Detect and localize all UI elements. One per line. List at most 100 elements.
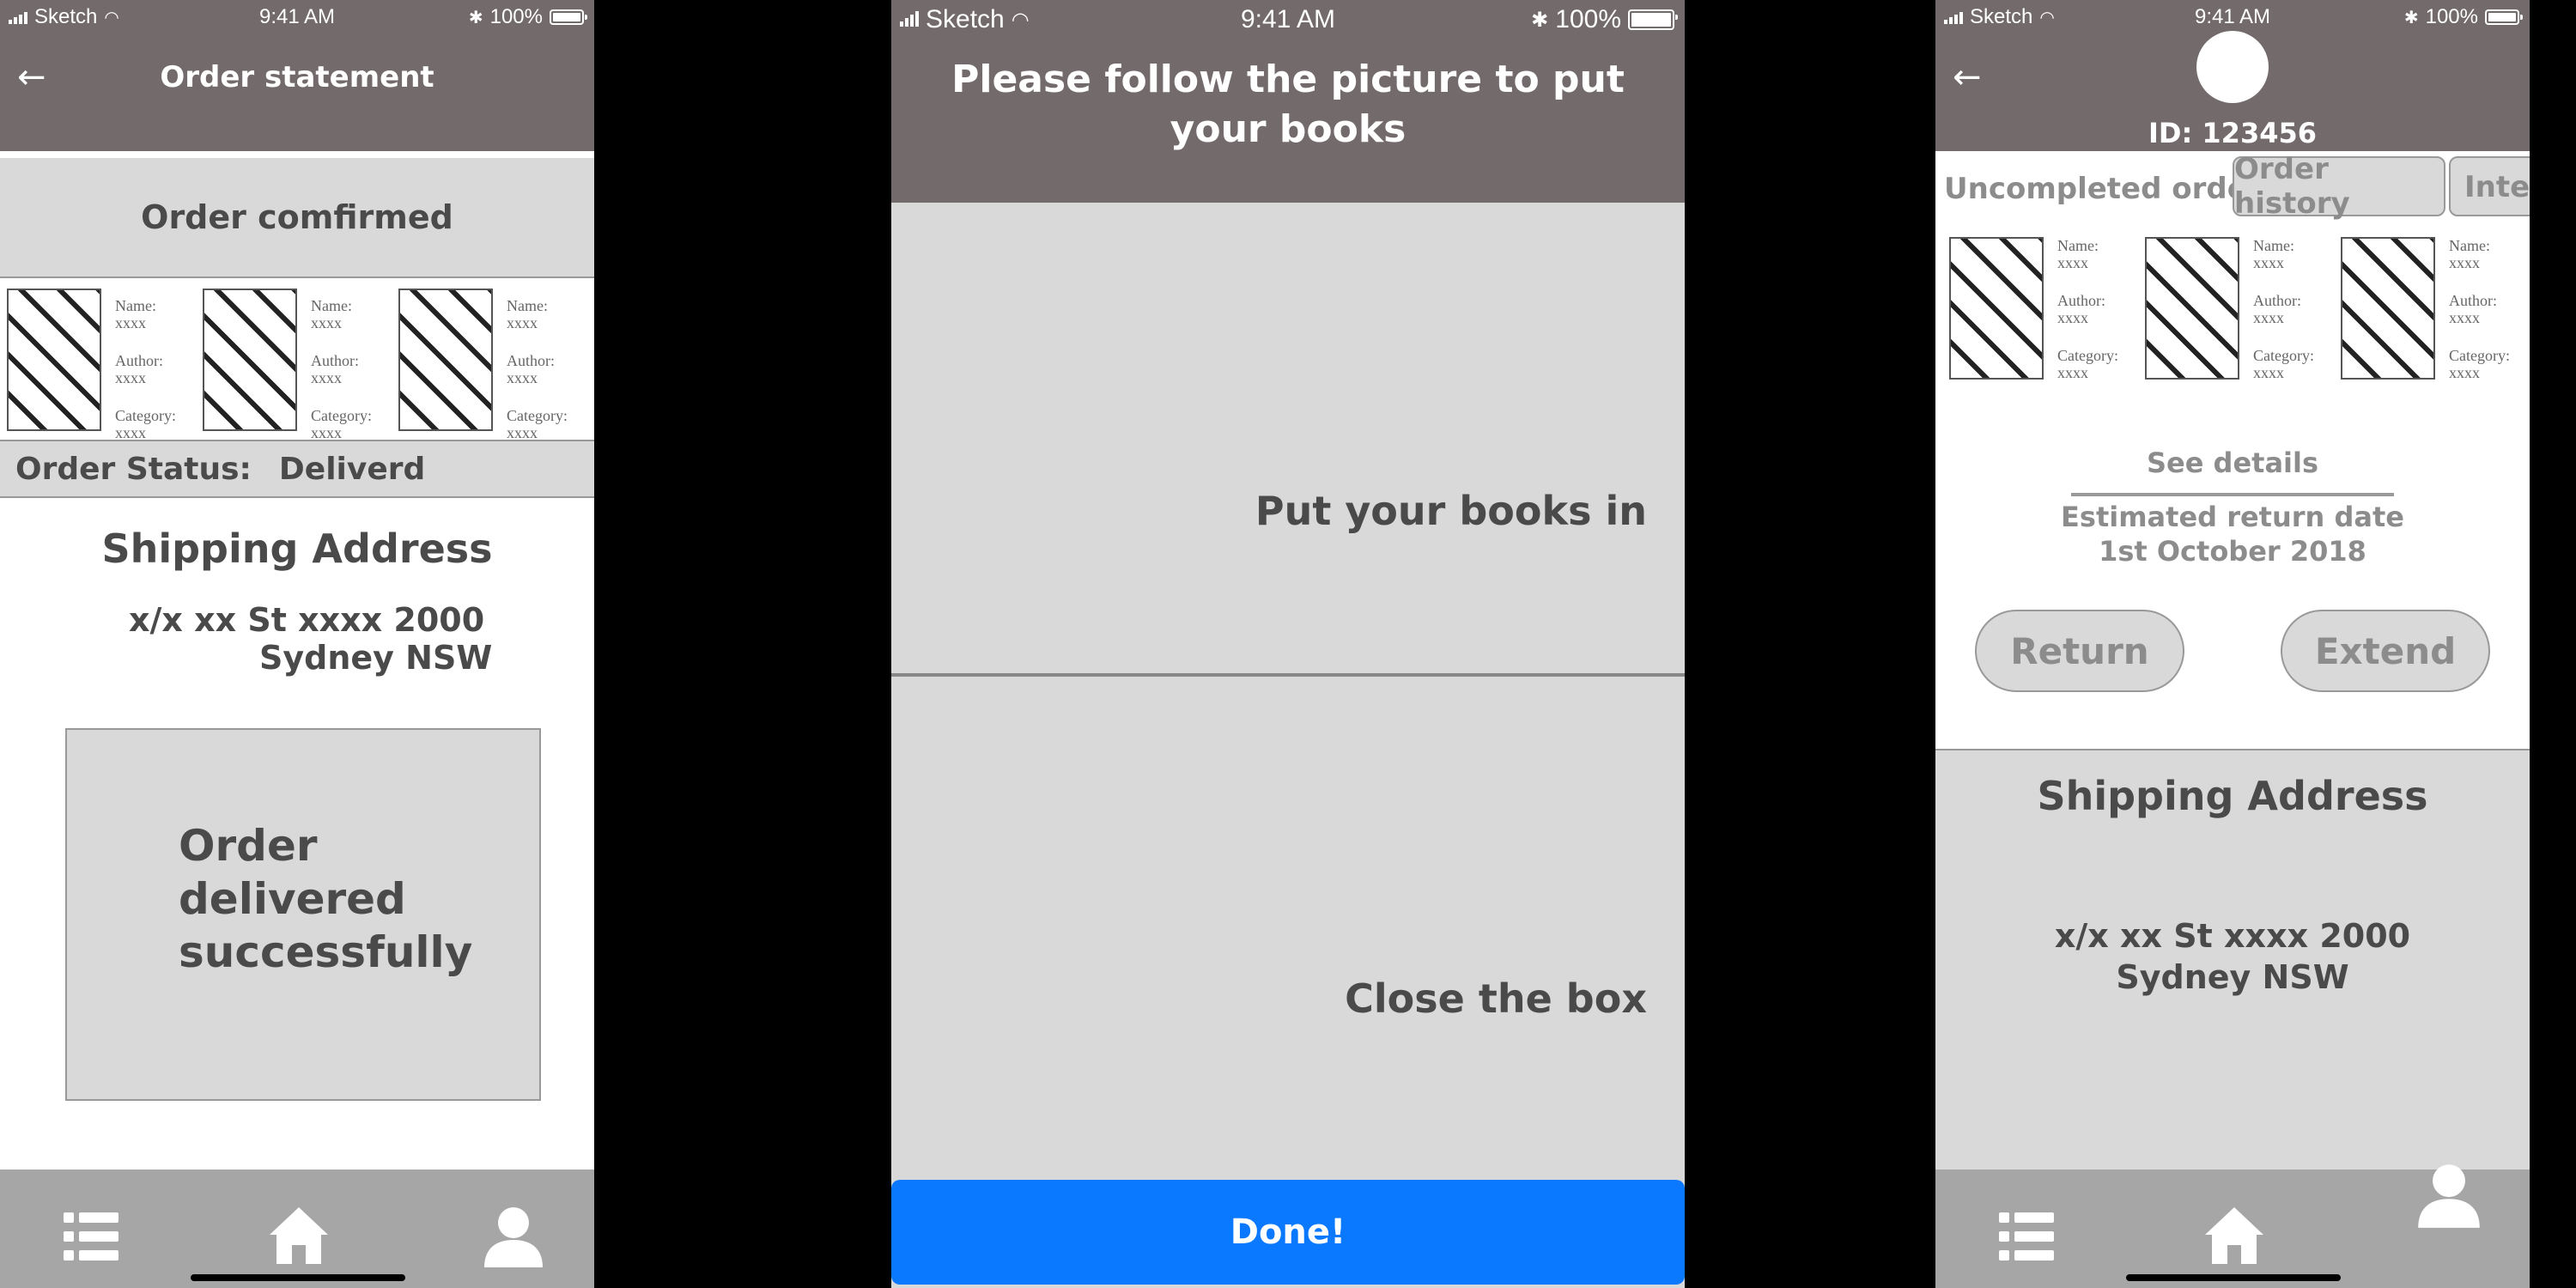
home-icon[interactable] <box>2202 1204 2267 1269</box>
address-line2: Sydney NSW <box>2116 958 2349 996</box>
shipping-title: Shipping Address <box>101 526 493 572</box>
book-category: xxxx <box>507 424 538 441</box>
page-title: Order statement <box>160 60 434 94</box>
status-bar: Sketch ◠ 9:41 AM ✱ 100% <box>1935 0 2530 34</box>
tab-bar <box>1935 1164 2530 1288</box>
order-statement-screen: Sketch ◠ 9:41 AM ✱ 100% ← Order statemen… <box>0 0 594 1288</box>
order-status-value: Deliverd <box>278 451 426 487</box>
book-author-label: Author: <box>115 352 163 369</box>
book-name: Name: xxxx <box>2057 237 2099 271</box>
battery-icon <box>2485 9 2523 25</box>
book-author: xxxx <box>2449 309 2480 326</box>
avatar[interactable] <box>2196 31 2269 103</box>
header: Sketch ◠ 9:41 AM ✱ 100% ← ID: 123456 <box>1935 0 2530 151</box>
book-cover-image <box>7 289 101 431</box>
book-author-label: Author: <box>2253 292 2301 309</box>
profile-orders-screen: Sketch ◠ 9:41 AM ✱ 100% ← ID: 123456 Unc… <box>1935 0 2530 1288</box>
book-name: Name: xxxx <box>507 297 548 331</box>
delivered-line2: delivered <box>179 874 406 924</box>
battery-icon <box>550 9 587 25</box>
book-cover-image <box>203 289 297 431</box>
address-line1: x/x xx St xxxx 2000 <box>2054 917 2411 955</box>
step-put-books-label: Put your books in <box>1255 488 1647 534</box>
book-category-label: Category: <box>2253 347 2314 364</box>
home-indicator <box>2126 1274 2341 1281</box>
book-category: xxxx <box>115 424 146 441</box>
book-author: xxxx <box>311 369 342 386</box>
battery-percent: 100% <box>2425 5 2478 28</box>
profile-icon[interactable] <box>2415 1161 2483 1233</box>
book-category: xxxx <box>2449 364 2480 381</box>
header: Sketch ◠ 9:41 AM ✱ 100% ← Order statemen… <box>0 0 594 151</box>
book-author-label: Author: <box>311 352 359 369</box>
battery-percent: 100% <box>1555 5 1621 33</box>
book-name: Name: xxxx <box>2253 237 2294 271</box>
book-author-label: Author: <box>2057 292 2105 309</box>
home-icon[interactable] <box>266 1204 331 1269</box>
estimated-return-label: Estimated return date <box>2061 501 2404 533</box>
delivered-line3: successfully <box>179 927 473 977</box>
book-category-label: Category: <box>507 407 568 424</box>
done-button[interactable]: Done! <box>891 1180 1685 1285</box>
book-author-label: Author: <box>507 352 555 369</box>
book-author: xxxx <box>115 369 146 386</box>
shipping-address-panel: Shipping Address x/x xx St xxxx 2000 Syd… <box>1935 749 2530 1171</box>
order-status-bar: Order Status: Deliverd <box>0 440 594 498</box>
book-name: Name: xxxx <box>311 297 352 331</box>
book-list: Name: xxxx Author: xxxx Category: xxxx N… <box>1935 232 2530 388</box>
book-author: xxxx <box>2057 309 2088 326</box>
see-details-link[interactable]: See details <box>1935 447 2530 479</box>
battery-percent: 100% <box>489 5 543 28</box>
instruction-title-line1: Please follow the picture to put <box>951 58 1625 101</box>
book-category: xxxx <box>311 424 342 441</box>
book-author: xxxx <box>2253 309 2284 326</box>
status-bar: Sketch ◠ 9:41 AM ✱ 100% <box>891 0 1685 34</box>
tab-order-history[interactable]: Order history <box>2233 152 2445 221</box>
divider <box>2071 493 2394 496</box>
book-name: Name: xxxx <box>2449 237 2490 271</box>
order-banner: Order comfirmed <box>0 158 594 278</box>
extend-button[interactable]: Extend <box>2281 610 2490 692</box>
book-list: Name: xxxx Author: xxxx Category: xxxx N… <box>0 280 594 441</box>
bluetooth-icon: ✱ <box>468 8 483 27</box>
book-category-label: Category: <box>115 407 176 424</box>
shipping-title: Shipping Address <box>2037 773 2428 819</box>
book-cover-image <box>2145 237 2239 380</box>
order-tabs: Uncompleted order Order history Interest <box>1935 152 2530 221</box>
tab-interest[interactable]: Interest <box>2449 156 2530 216</box>
return-button[interactable]: Return <box>1975 610 2184 692</box>
battery-icon <box>1628 9 1678 30</box>
book-name: Name: xxxx <box>115 297 156 331</box>
order-status-label: Order Status: <box>15 451 252 487</box>
tab-uncompleted-order[interactable]: Uncompleted order <box>1944 172 2262 206</box>
header: Sketch ◠ 9:41 AM ✱ 100% Please follow th… <box>891 0 1685 203</box>
step-close-box-label: Close the box <box>1345 975 1647 1022</box>
address-line2: Sydney NSW <box>259 639 493 677</box>
delivered-line1: Order <box>179 821 318 871</box>
instruction-title-line2: your books <box>1170 107 1406 151</box>
user-id: ID: 123456 <box>2148 117 2317 149</box>
book-category: xxxx <box>2253 364 2284 381</box>
delivered-message-box: Order delivered successfully <box>65 728 541 1101</box>
step-put-books-panel: Put your books in <box>891 204 1685 677</box>
list-icon[interactable] <box>64 1211 118 1267</box>
book-category-label: Category: <box>2057 347 2118 364</box>
book-category: xxxx <box>2057 364 2088 381</box>
book-cover-image <box>1949 237 2044 380</box>
book-cover-image <box>2341 237 2435 380</box>
status-bar: Sketch ◠ 9:41 AM ✱ 100% <box>0 0 594 34</box>
tab-bar <box>0 1170 594 1288</box>
step-close-box-panel: Close the box <box>891 677 1685 1178</box>
bluetooth-icon: ✱ <box>2403 8 2419 27</box>
back-arrow-icon[interactable]: ← <box>1953 60 1982 94</box>
list-icon[interactable] <box>1999 1211 2054 1267</box>
put-books-screen: Sketch ◠ 9:41 AM ✱ 100% Please follow th… <box>891 0 1685 1288</box>
estimated-return-date: 1st October 2018 <box>2099 535 2366 568</box>
home-indicator <box>191 1274 405 1281</box>
address-line1: x/x xx St xxxx 2000 <box>129 601 485 639</box>
book-author: xxxx <box>507 369 538 386</box>
book-cover-image <box>398 289 493 431</box>
book-category-label: Category: <box>2449 347 2510 364</box>
profile-icon[interactable] <box>481 1204 546 1273</box>
bluetooth-icon: ✱ <box>1531 8 1549 32</box>
